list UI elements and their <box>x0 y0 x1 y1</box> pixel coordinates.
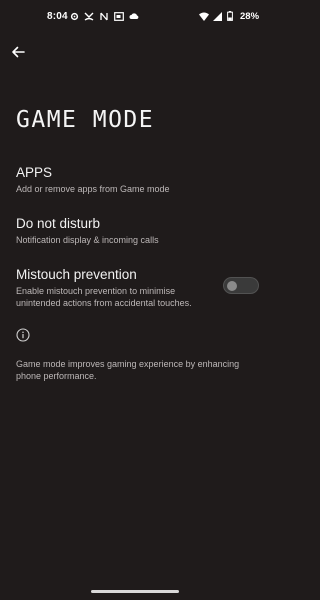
missed-call-icon <box>84 11 94 21</box>
info-text: Game mode improves gaming experience by … <box>16 359 240 381</box>
status-icons-left <box>69 11 139 21</box>
battery-percent: 28% <box>240 10 260 22</box>
status-bar: 8:04 28% <box>0 0 270 34</box>
page-title: GAME MODE <box>16 107 155 133</box>
toggle-knob <box>227 280 237 291</box>
do-not-disturb-subtitle: Notification display & incoming calls <box>16 235 159 245</box>
do-not-disturb-title: Do not disturb <box>16 216 101 231</box>
signal-icon <box>212 11 222 21</box>
cloud-icon <box>129 11 139 21</box>
wifi-icon <box>199 11 209 21</box>
battery-icon <box>225 11 235 21</box>
status-time: 8:04 <box>47 11 68 22</box>
apps-setting[interactable]: APPS Add or remove apps from Game mode <box>16 165 256 195</box>
gesture-nav-handle[interactable] <box>91 590 179 593</box>
mistouch-subtitle: Enable mistouch prevention to minimise u… <box>16 286 192 308</box>
apps-subtitle: Add or remove apps from Game mode <box>16 184 170 194</box>
status-icons-right: 28% <box>199 10 260 22</box>
nfc-icon <box>99 11 109 21</box>
info-icon <box>16 328 30 342</box>
mistouch-toggle[interactable] <box>223 277 259 294</box>
cast-icon <box>114 11 124 21</box>
mistouch-prevention-setting[interactable]: Mistouch prevention Enable mistouch prev… <box>16 267 216 309</box>
gear-icon <box>69 11 79 21</box>
mistouch-title: Mistouch prevention <box>16 267 137 282</box>
do-not-disturb-setting[interactable]: Do not disturb Notification display & in… <box>16 216 256 246</box>
back-button[interactable] <box>8 42 28 62</box>
apps-title: APPS <box>16 165 53 180</box>
back-arrow-icon <box>12 46 25 58</box>
